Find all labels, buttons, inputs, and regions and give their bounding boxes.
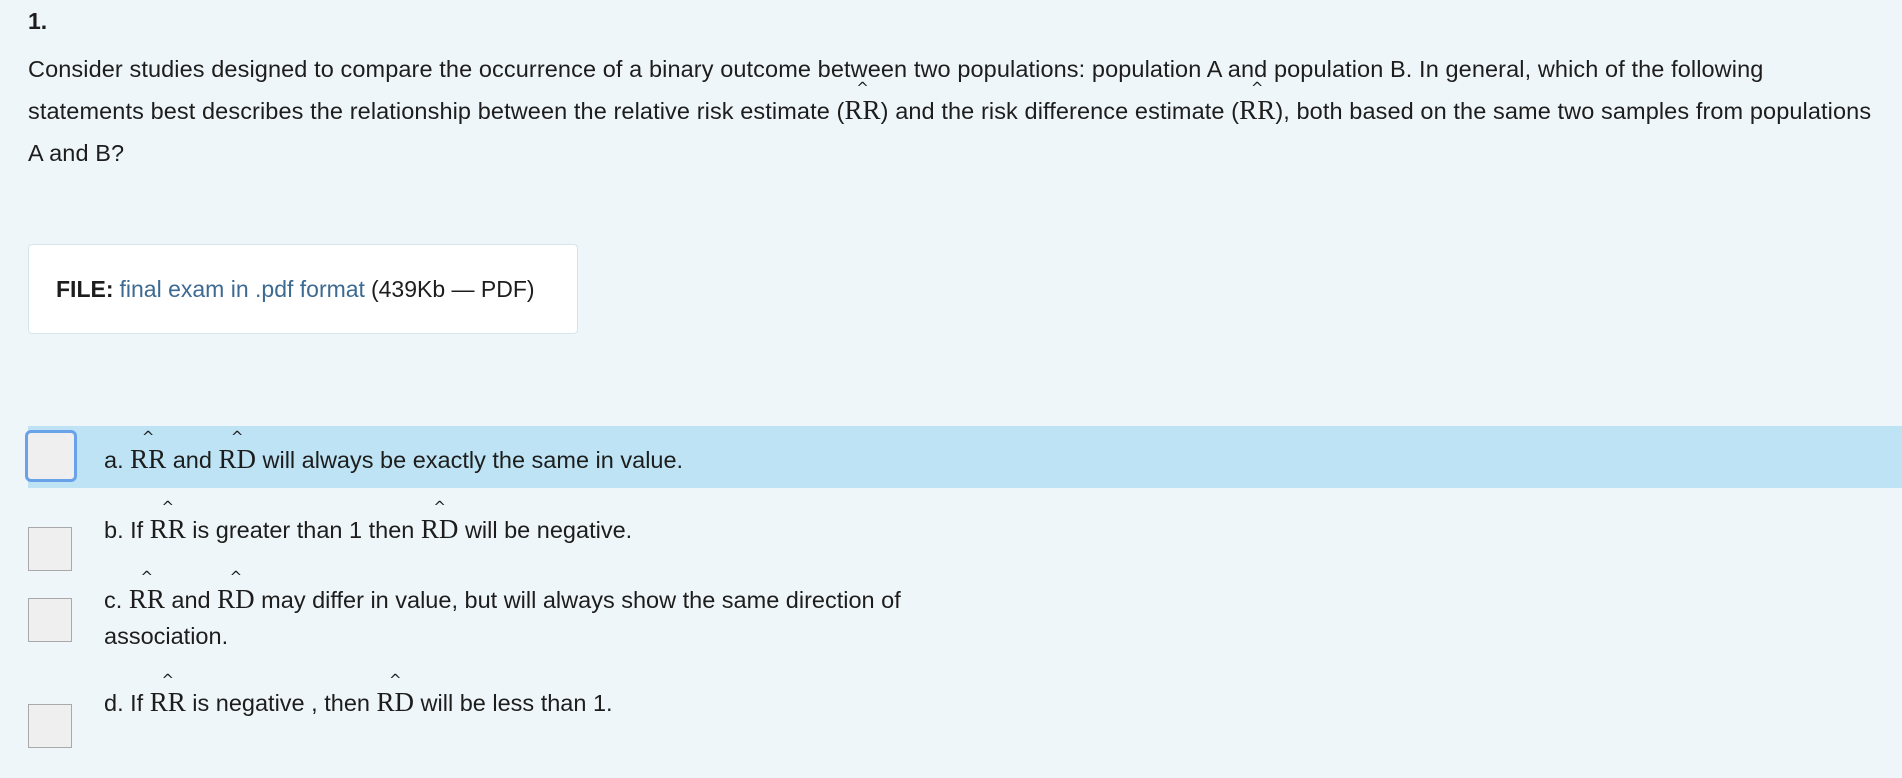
file-download-link[interactable]: final exam in .pdf format xyxy=(120,276,365,303)
answer-option-d[interactable]: d. If ^ RR is negative , then ^ RD will be… xyxy=(28,671,1902,778)
answer-checkbox-d[interactable] xyxy=(28,704,72,748)
rd-estimate-symbol: ^ RD xyxy=(376,671,415,717)
rd-estimate-symbol: ^ RD xyxy=(218,428,256,474)
answer-option-b-text: b. If ^ RR is greater than 1 then ^ RD wil… xyxy=(104,498,633,544)
file-label: FILE: xyxy=(56,275,114,302)
answer-checkbox-c[interactable] xyxy=(28,598,72,642)
question-text-part-2: ) and the risk difference estimate ( xyxy=(880,98,1240,124)
question-number: 1. xyxy=(28,8,48,34)
hat-icon: ^ xyxy=(1250,79,1264,97)
hat-icon: ^ xyxy=(230,428,244,446)
hat-icon: ^ xyxy=(388,671,402,689)
rr-estimate-symbol: ^ RR xyxy=(130,428,167,474)
hat-icon: ^ xyxy=(433,498,446,516)
rr-estimate-symbol: ^ RR xyxy=(128,568,165,614)
rd-estimate-symbol: ^ RR xyxy=(1239,79,1276,125)
answer-option-d-text: d. If ^ RR is negative , then ^ RD will be… xyxy=(104,671,613,717)
answer-option-a-text: a. ^ RR and ^ RD will always be exactly th… xyxy=(104,428,684,474)
file-meta: (439Kb — PDF) xyxy=(370,275,535,302)
hat-icon: ^ xyxy=(161,671,175,689)
rd-estimate-symbol: ^ RD xyxy=(420,498,459,544)
rd-estimate-symbol: ^ RD xyxy=(217,568,255,614)
answer-checkbox-a[interactable] xyxy=(25,430,77,482)
file-attachment-box: FILE: final exam in .pdf format (439Kb —… xyxy=(28,244,578,334)
hat-icon: ^ xyxy=(140,568,154,586)
answer-option-a[interactable]: a. ^ RR and ^ RD will always be exactly th… xyxy=(25,426,1902,488)
rr-estimate-symbol: ^ RR xyxy=(149,498,186,544)
rr-estimate-symbol: ^ RR xyxy=(844,79,881,125)
answer-option-c-text: c. ^ RR and ^ RD may differ in value, but … xyxy=(104,568,901,650)
answer-checkbox-b[interactable] xyxy=(28,527,72,571)
answer-option-c[interactable]: c. ^ RR and ^ RD may differ in value, but … xyxy=(28,568,1902,686)
hat-icon: ^ xyxy=(141,428,155,446)
answer-option-b[interactable]: b. If ^ RR is greater than 1 then ^ RD wil… xyxy=(28,496,1902,576)
rr-estimate-symbol: ^ RR xyxy=(149,671,186,717)
hat-icon: ^ xyxy=(229,568,243,586)
question-text: Consider studies designed to compare the… xyxy=(28,48,1878,174)
hat-icon: ^ xyxy=(161,498,175,516)
hat-icon: ^ xyxy=(856,79,869,97)
